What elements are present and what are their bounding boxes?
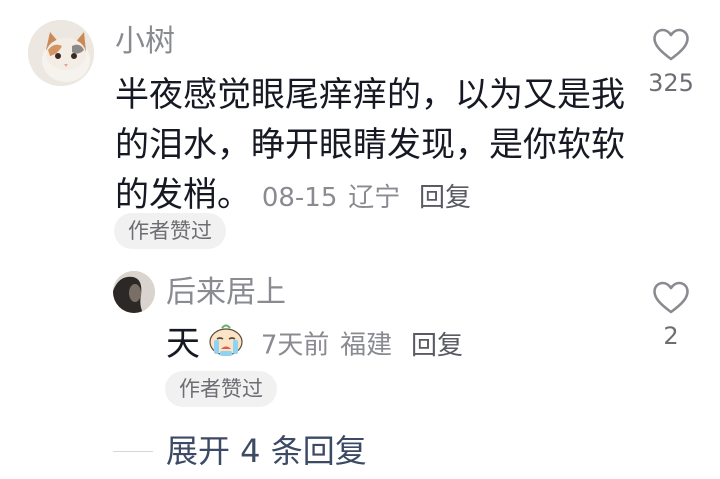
reply-text: 天 (166, 324, 200, 364)
dark-portrait-avatar-icon (113, 271, 155, 313)
comment-reply-button[interactable]: 回复 (419, 183, 471, 213)
reply-reply-button[interactable]: 回复 (411, 331, 463, 361)
comment-location: 辽宁 (348, 183, 401, 213)
crying-emoji-icon (206, 322, 246, 370)
reply-location: 福建 (340, 330, 393, 361)
comment-username[interactable]: 小树 (115, 22, 175, 62)
reply-avatar[interactable] (113, 271, 155, 313)
cat-avatar-icon (28, 20, 94, 86)
comment-date: 08-15 (261, 183, 338, 213)
heart-outline-icon[interactable] (652, 28, 690, 62)
reply-date: 7天前 (260, 330, 330, 361)
reply-author-liked-badge: 作者赞过 (165, 371, 277, 407)
author-liked-badge: 作者赞过 (114, 213, 226, 249)
reply-like-button[interactable]: 2 (641, 281, 701, 351)
heart-outline-icon[interactable] (652, 281, 690, 315)
expand-replies-button[interactable]: 展开 4 条回复 (166, 430, 367, 472)
reply-like-count: 2 (663, 322, 679, 350)
avatar[interactable] (28, 20, 94, 86)
comment-like-button[interactable]: 325 (641, 28, 701, 98)
comment-body: 半夜感觉眼尾痒痒的，以为又是我的泪水，睁开眼睛发现，是你软软的发梢。 08-15… (115, 70, 635, 223)
comment-like-count: 325 (648, 69, 694, 97)
reply-username[interactable]: 后来居上 (166, 273, 286, 313)
expand-divider (113, 451, 153, 452)
reply-body: 天 7天前 福建 回复 (166, 321, 463, 370)
